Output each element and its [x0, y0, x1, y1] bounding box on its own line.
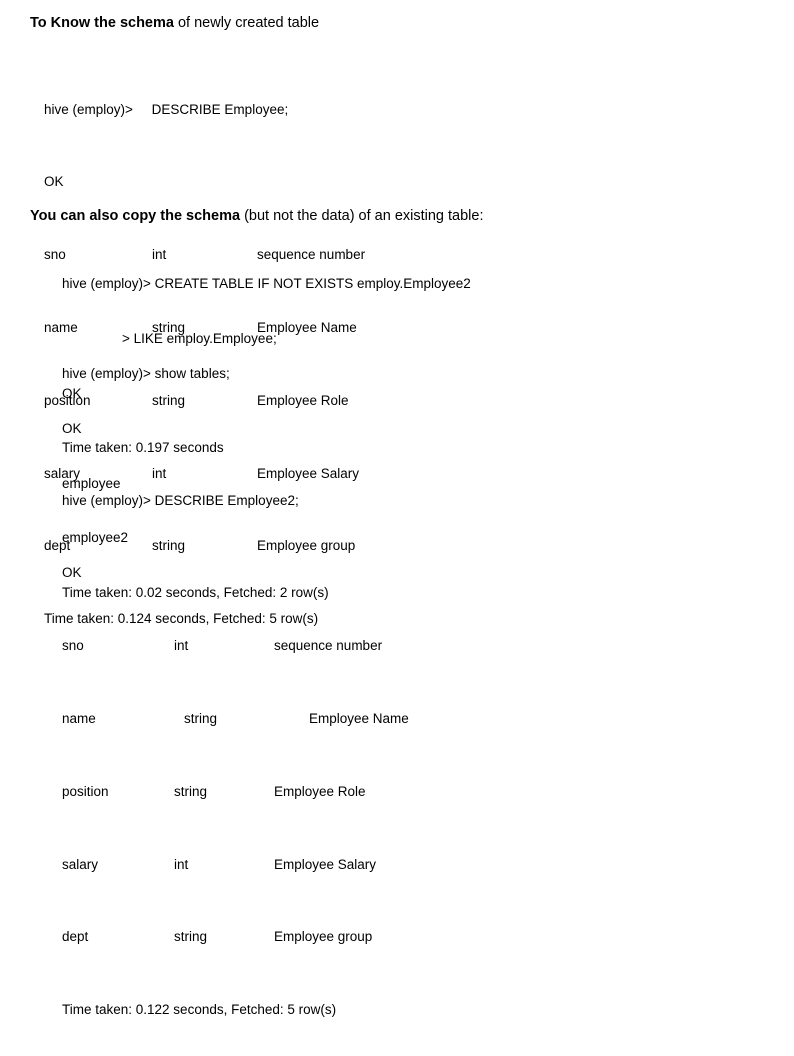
console-prompt-line: hive (employ)> CREATE TABLE IF NOT EXIST… [62, 276, 471, 292]
section-2-heading: You can also copy the schema (but not th… [30, 207, 484, 225]
schema-row: name string Employee Name [62, 710, 409, 728]
console-time-taken: Time taken: 0.122 seconds, Fetched: 5 ro… [62, 1002, 337, 1018]
console-block-describe-employee2: hive (employ)> DESCRIBE Employee2; OK sn… [62, 437, 409, 1056]
section-1-heading: To Know the schema of newly created tabl… [30, 14, 319, 32]
schema-column-type: string [184, 711, 218, 726]
schema-column-type: int [174, 638, 189, 654]
section-1-heading-bold: To Know the schema [30, 15, 174, 31]
console-prompt-line: hive (employ)> DESCRIBE Employee; [44, 101, 289, 117]
console-status-ok: OK [62, 421, 82, 436]
schema-row: position string Employee Role [62, 783, 366, 801]
section-1-heading-rest: of newly created table [173, 15, 320, 31]
schema-column-comment: Employee Salary [274, 856, 377, 872]
console-prompt-line: hive (employ)> DESCRIBE Employee2; [62, 492, 299, 508]
schema-column-name: position [62, 783, 109, 799]
section-2-heading-bold: You can also copy the schema [30, 208, 241, 224]
schema-row: salary int Employee Salary [62, 856, 376, 874]
console-status-ok: OK [62, 565, 82, 581]
schema-column-comment: Employee group [274, 929, 373, 945]
schema-column-comment: sequence number [274, 638, 383, 654]
console-prompt-line: hive (employ)> show tables; [62, 366, 230, 382]
schema-column-name: dept [62, 929, 89, 945]
schema-row: sno int sequence number [62, 637, 382, 655]
schema-column-name: name [62, 711, 96, 726]
schema-row: dept string Employee group [62, 928, 372, 946]
schema-column-name: sno [62, 638, 84, 654]
schema-column-name: salary [62, 856, 99, 872]
schema-column-comment: Employee Name [309, 711, 409, 726]
schema-column-type: int [174, 856, 189, 872]
schema-column-type: string [174, 929, 208, 945]
schema-column-comment: Employee Role [274, 783, 366, 799]
section-2-heading-rest: (but not the data) of an existing table: [240, 208, 484, 224]
schema-column-type: string [174, 783, 208, 799]
slide-canvas: To Know the schema of newly created tabl… [0, 0, 794, 1017]
console-status-ok: OK [44, 174, 64, 190]
